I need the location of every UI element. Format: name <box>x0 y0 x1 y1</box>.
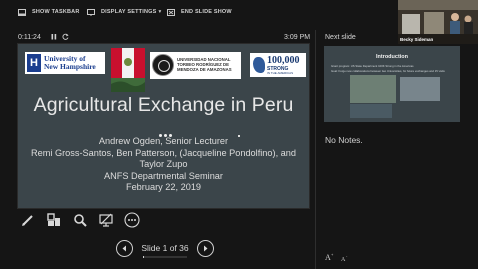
previous-slide-button[interactable] <box>116 240 133 257</box>
chevron-down-icon: ▾ <box>158 9 162 15</box>
next-slide-button[interactable] <box>197 240 214 257</box>
show-taskbar-label: SHOW TASKBAR <box>32 9 80 15</box>
slide-title: Agricultural Exchange in Peru <box>33 94 294 116</box>
next-slide-photo-2 <box>400 77 440 101</box>
end-slide-show-button[interactable]: END SLIDE SHOW <box>167 6 232 18</box>
display-icon <box>87 8 95 16</box>
presenter-line: Andrew Ogden, Senior Lecturer <box>98 136 229 146</box>
unh-logo: H University of New Hampshire <box>25 52 105 74</box>
svg-text:+: + <box>331 252 334 257</box>
webcam-video: Becky Sideman <box>398 0 478 44</box>
next-slide-line1: Grant program: US State Department 100K … <box>331 64 414 68</box>
unt-seal-icon <box>152 54 174 76</box>
reset-timer-button[interactable] <box>62 33 69 42</box>
slide-subtitle: Andrew Ogden, Senior Lecturer Remi Gross… <box>18 136 309 194</box>
next-slide-title: Introduction <box>375 54 409 60</box>
more-options-button[interactable] <box>123 211 141 229</box>
slide-counter[interactable]: Slide 1 of 36 <box>140 243 190 253</box>
see-all-slides-button[interactable] <box>45 211 63 229</box>
screen-slash-icon <box>99 213 113 227</box>
participant-name: Becky Sideman <box>400 37 434 42</box>
magnifier-icon <box>74 214 87 227</box>
unt-wordmark: UNIVERSIDAD NACIONAL TORIBIO RODRÍGUEZ D… <box>177 57 232 72</box>
pane-divider[interactable] <box>315 30 316 269</box>
show-taskbar-button[interactable]: SHOW TASKBAR <box>18 6 80 18</box>
100k-number: 100,000 <box>267 55 300 66</box>
current-slide[interactable]: H University of New Hampshire UNIVERSIDA… <box>18 44 309 208</box>
unt-logo: UNIVERSIDAD NACIONAL TORIBIO RODRÍGUEZ D… <box>150 52 241 79</box>
svg-text:-: - <box>346 254 348 258</box>
font-increase-icon: A + <box>325 252 334 262</box>
end-slide-show-label: END SLIDE SHOW <box>181 9 232 15</box>
display-settings-button[interactable]: DISPLAY SETTINGS ▾ <box>87 6 161 18</box>
unh-wordmark: University of New Hampshire <box>44 55 96 71</box>
unh-line2: New Hampshire <box>44 62 96 71</box>
elapsed-timer: 0:11:24 <box>18 34 41 41</box>
next-slide-photo-3 <box>350 104 392 118</box>
seminar-line: ANFS Departmental Seminar <box>104 170 223 181</box>
chevron-right-icon <box>204 245 208 252</box>
next-slide-photo-1 <box>350 75 396 103</box>
americas-map-icon <box>253 57 265 73</box>
display-settings-label: DISPLAY SETTINGS <box>101 9 157 15</box>
presenter-toolbar: SHOW TASKBAR DISPLAY SETTINGS ▾ END SLID… <box>0 0 395 24</box>
100k-subtitle: IN THE AMERICAS <box>267 71 294 75</box>
taskbar-icon <box>18 8 26 16</box>
pause-timer-button[interactable] <box>51 33 57 42</box>
chevron-left-icon <box>122 245 126 252</box>
slide-progress-fill <box>143 256 145 258</box>
pause-icon <box>51 34 57 40</box>
pen-tool-button[interactable] <box>19 211 37 229</box>
clock: 3:09 PM <box>284 34 311 41</box>
speaker-notes: No Notes. <box>325 135 363 145</box>
next-slide-label: Next slide <box>325 34 356 41</box>
coauthors-line1: Remi Gross-Santos, Ben Patterson, (Jacqu… <box>30 147 297 158</box>
next-slide-line2: Goal: Forge new collaborations between t… <box>331 69 445 73</box>
pen-icon <box>22 215 33 226</box>
end-show-icon <box>167 8 175 16</box>
increase-font-button[interactable]: A + <box>325 252 335 263</box>
font-decrease-icon: A- <box>341 253 348 263</box>
coauthors-line2: Taylor Zupo <box>139 159 188 170</box>
more-icon <box>124 212 140 228</box>
refresh-icon <box>62 33 69 40</box>
peru-flag-image <box>111 48 145 92</box>
decrease-font-button[interactable]: A- <box>341 253 351 264</box>
slide-progress-bar <box>143 256 187 258</box>
100k-strong-logo: 100,000 STRONG IN THE AMERICAS <box>250 53 306 77</box>
next-slide-preview[interactable]: Introduction Grant program: US State Dep… <box>324 46 460 122</box>
black-screen-button[interactable] <box>97 211 115 229</box>
date-line: February 22, 2019 <box>125 182 202 193</box>
grid-icon <box>47 213 60 226</box>
zoom-button[interactable] <box>71 211 89 229</box>
unh-shield: H <box>27 54 41 72</box>
